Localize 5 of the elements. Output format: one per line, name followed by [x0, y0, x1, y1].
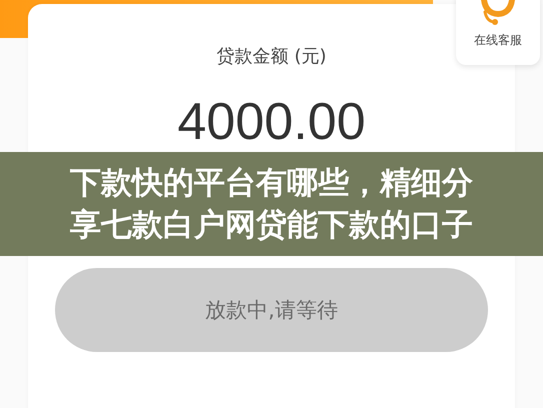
banner-title-line: 享七款白户网贷能下款的口子	[70, 206, 473, 245]
customer-service-button[interactable]: 在线客服	[456, 0, 540, 65]
banner-title-line: 下款快的平台有哪些，精细分	[70, 164, 473, 203]
loan-amount-label: 贷款金额 (元)	[216, 45, 326, 68]
loan-amount: 4000.00	[178, 92, 366, 152]
